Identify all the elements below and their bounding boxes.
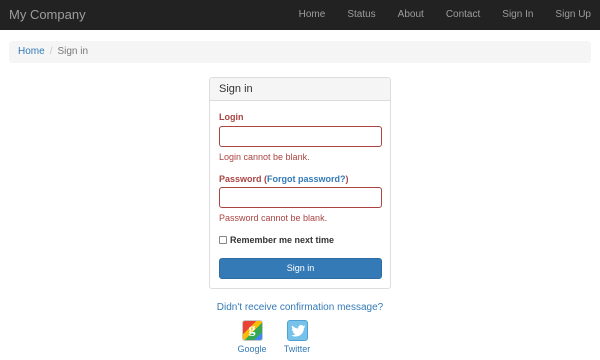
remember-checkbox[interactable] [219, 236, 227, 244]
breadcrumb-current: Sign in [57, 46, 89, 57]
breadcrumb: Home / Sign in [9, 41, 591, 63]
google-label[interactable]: Google [227, 344, 277, 354]
password-error: Password cannot be blank. [219, 213, 328, 223]
brand-link[interactable]: My Company [9, 7, 86, 22]
login-error: Login cannot be blank. [219, 152, 310, 162]
forgot-password-link[interactable]: Forgot password? [267, 174, 346, 184]
password-label-group: Password (Forgot password?) [219, 174, 349, 184]
top-navbar: My Company Home Status About Contact Sig… [0, 0, 600, 30]
nav-menu: Home Status About Contact Sign In Sign U… [299, 0, 600, 30]
login-input[interactable] [219, 126, 382, 147]
nav-sign-in[interactable]: Sign In [502, 0, 533, 30]
breadcrumb-separator: / [49, 46, 53, 57]
nav-contact[interactable]: Contact [446, 0, 480, 30]
breadcrumb-home[interactable]: Home [18, 46, 45, 57]
login-label: Login [219, 112, 244, 122]
paren-close: ) [345, 174, 349, 184]
nav-about[interactable]: About [398, 0, 424, 30]
twitter-label[interactable]: Twitter [272, 344, 322, 354]
twitter-icon[interactable] [286, 320, 308, 341]
twitter-login[interactable]: Twitter [272, 320, 322, 354]
google-icon[interactable]: g [241, 320, 263, 341]
resend-confirmation-link[interactable]: Didn't receive confirmation message? [0, 302, 600, 313]
password-input[interactable] [219, 187, 382, 208]
nav-status[interactable]: Status [347, 0, 375, 30]
panel-title: Sign in [210, 78, 390, 101]
google-login[interactable]: g Google [227, 320, 277, 354]
remember-label: Remember me next time [230, 235, 335, 245]
nav-home[interactable]: Home [299, 0, 326, 30]
nav-sign-up[interactable]: Sign Up [555, 0, 591, 30]
signin-panel: Sign in Login Login cannot be blank. Pas… [209, 77, 391, 289]
remember-me[interactable]: Remember me next time [219, 235, 334, 245]
password-label: Password [219, 174, 262, 184]
sign-in-button[interactable]: Sign in [219, 258, 382, 279]
